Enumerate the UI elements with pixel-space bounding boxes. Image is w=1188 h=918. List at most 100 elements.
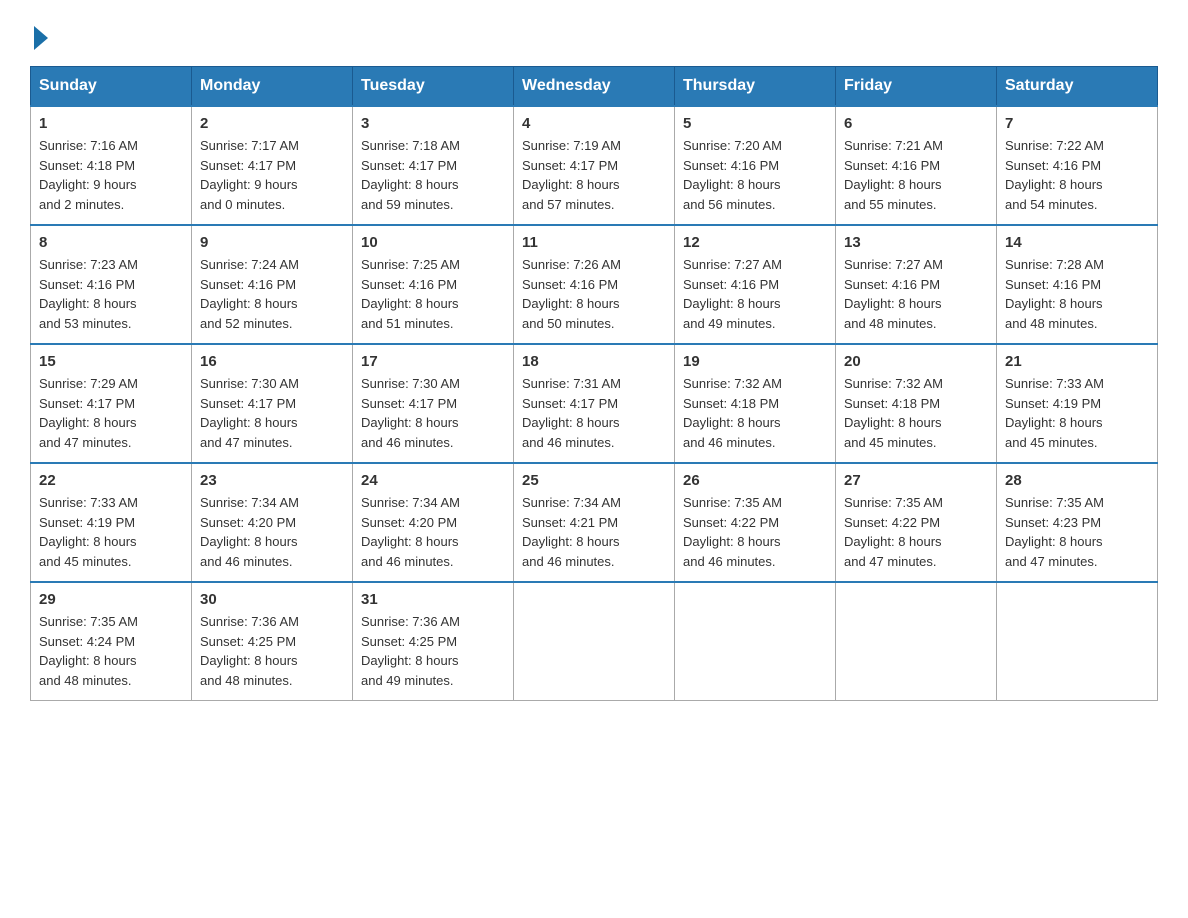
day-info: Sunrise: 7:36 AMSunset: 4:25 PMDaylight:… <box>361 614 460 688</box>
header-tuesday: Tuesday <box>353 67 514 107</box>
week-row-5: 29 Sunrise: 7:35 AMSunset: 4:24 PMDaylig… <box>31 582 1158 701</box>
logo <box>30 30 48 46</box>
calendar-cell: 17 Sunrise: 7:30 AMSunset: 4:17 PMDaylig… <box>353 344 514 463</box>
calendar-cell: 13 Sunrise: 7:27 AMSunset: 4:16 PMDaylig… <box>836 225 997 344</box>
calendar-cell: 22 Sunrise: 7:33 AMSunset: 4:19 PMDaylig… <box>31 463 192 582</box>
calendar-cell: 24 Sunrise: 7:34 AMSunset: 4:20 PMDaylig… <box>353 463 514 582</box>
day-number: 26 <box>683 472 827 489</box>
day-info: Sunrise: 7:21 AMSunset: 4:16 PMDaylight:… <box>844 138 943 212</box>
day-info: Sunrise: 7:35 AMSunset: 4:22 PMDaylight:… <box>844 495 943 569</box>
calendar-cell: 19 Sunrise: 7:32 AMSunset: 4:18 PMDaylig… <box>675 344 836 463</box>
day-number: 2 <box>200 115 344 132</box>
day-info: Sunrise: 7:20 AMSunset: 4:16 PMDaylight:… <box>683 138 782 212</box>
header-thursday: Thursday <box>675 67 836 107</box>
day-number: 31 <box>361 591 505 608</box>
day-number: 30 <box>200 591 344 608</box>
day-number: 22 <box>39 472 183 489</box>
day-number: 10 <box>361 234 505 251</box>
calendar-cell: 5 Sunrise: 7:20 AMSunset: 4:16 PMDayligh… <box>675 106 836 225</box>
calendar-cell: 20 Sunrise: 7:32 AMSunset: 4:18 PMDaylig… <box>836 344 997 463</box>
day-info: Sunrise: 7:32 AMSunset: 4:18 PMDaylight:… <box>683 376 782 450</box>
day-number: 6 <box>844 115 988 132</box>
header-monday: Monday <box>192 67 353 107</box>
day-number: 8 <box>39 234 183 251</box>
day-number: 20 <box>844 353 988 370</box>
calendar-cell: 3 Sunrise: 7:18 AMSunset: 4:17 PMDayligh… <box>353 106 514 225</box>
calendar-cell: 7 Sunrise: 7:22 AMSunset: 4:16 PMDayligh… <box>997 106 1158 225</box>
calendar-cell <box>675 582 836 701</box>
day-info: Sunrise: 7:36 AMSunset: 4:25 PMDaylight:… <box>200 614 299 688</box>
calendar-cell: 9 Sunrise: 7:24 AMSunset: 4:16 PMDayligh… <box>192 225 353 344</box>
header-friday: Friday <box>836 67 997 107</box>
day-info: Sunrise: 7:34 AMSunset: 4:20 PMDaylight:… <box>200 495 299 569</box>
calendar-cell: 21 Sunrise: 7:33 AMSunset: 4:19 PMDaylig… <box>997 344 1158 463</box>
day-number: 24 <box>361 472 505 489</box>
calendar-cell: 4 Sunrise: 7:19 AMSunset: 4:17 PMDayligh… <box>514 106 675 225</box>
calendar-cell: 25 Sunrise: 7:34 AMSunset: 4:21 PMDaylig… <box>514 463 675 582</box>
week-row-4: 22 Sunrise: 7:33 AMSunset: 4:19 PMDaylig… <box>31 463 1158 582</box>
calendar-cell <box>514 582 675 701</box>
day-info: Sunrise: 7:27 AMSunset: 4:16 PMDaylight:… <box>844 257 943 331</box>
day-info: Sunrise: 7:33 AMSunset: 4:19 PMDaylight:… <box>1005 376 1104 450</box>
header-wednesday: Wednesday <box>514 67 675 107</box>
day-number: 11 <box>522 234 666 251</box>
day-info: Sunrise: 7:29 AMSunset: 4:17 PMDaylight:… <box>39 376 138 450</box>
day-number: 13 <box>844 234 988 251</box>
day-info: Sunrise: 7:35 AMSunset: 4:24 PMDaylight:… <box>39 614 138 688</box>
day-info: Sunrise: 7:19 AMSunset: 4:17 PMDaylight:… <box>522 138 621 212</box>
day-info: Sunrise: 7:34 AMSunset: 4:20 PMDaylight:… <box>361 495 460 569</box>
day-number: 19 <box>683 353 827 370</box>
day-info: Sunrise: 7:31 AMSunset: 4:17 PMDaylight:… <box>522 376 621 450</box>
calendar-cell <box>997 582 1158 701</box>
day-number: 4 <box>522 115 666 132</box>
calendar-cell: 15 Sunrise: 7:29 AMSunset: 4:17 PMDaylig… <box>31 344 192 463</box>
week-row-2: 8 Sunrise: 7:23 AMSunset: 4:16 PMDayligh… <box>31 225 1158 344</box>
calendar-cell: 10 Sunrise: 7:25 AMSunset: 4:16 PMDaylig… <box>353 225 514 344</box>
calendar-cell: 23 Sunrise: 7:34 AMSunset: 4:20 PMDaylig… <box>192 463 353 582</box>
calendar-cell: 6 Sunrise: 7:21 AMSunset: 4:16 PMDayligh… <box>836 106 997 225</box>
day-info: Sunrise: 7:35 AMSunset: 4:22 PMDaylight:… <box>683 495 782 569</box>
day-info: Sunrise: 7:23 AMSunset: 4:16 PMDaylight:… <box>39 257 138 331</box>
calendar-cell <box>836 582 997 701</box>
day-number: 25 <box>522 472 666 489</box>
calendar-cell: 12 Sunrise: 7:27 AMSunset: 4:16 PMDaylig… <box>675 225 836 344</box>
day-info: Sunrise: 7:16 AMSunset: 4:18 PMDaylight:… <box>39 138 138 212</box>
page-header <box>30 30 1158 46</box>
day-info: Sunrise: 7:18 AMSunset: 4:17 PMDaylight:… <box>361 138 460 212</box>
day-number: 3 <box>361 115 505 132</box>
day-info: Sunrise: 7:26 AMSunset: 4:16 PMDaylight:… <box>522 257 621 331</box>
day-info: Sunrise: 7:24 AMSunset: 4:16 PMDaylight:… <box>200 257 299 331</box>
day-info: Sunrise: 7:27 AMSunset: 4:16 PMDaylight:… <box>683 257 782 331</box>
header-saturday: Saturday <box>997 67 1158 107</box>
day-info: Sunrise: 7:34 AMSunset: 4:21 PMDaylight:… <box>522 495 621 569</box>
calendar-cell: 2 Sunrise: 7:17 AMSunset: 4:17 PMDayligh… <box>192 106 353 225</box>
calendar-cell: 27 Sunrise: 7:35 AMSunset: 4:22 PMDaylig… <box>836 463 997 582</box>
day-info: Sunrise: 7:30 AMSunset: 4:17 PMDaylight:… <box>361 376 460 450</box>
day-info: Sunrise: 7:35 AMSunset: 4:23 PMDaylight:… <box>1005 495 1104 569</box>
calendar-header-row: SundayMondayTuesdayWednesdayThursdayFrid… <box>31 67 1158 107</box>
week-row-1: 1 Sunrise: 7:16 AMSunset: 4:18 PMDayligh… <box>31 106 1158 225</box>
day-number: 16 <box>200 353 344 370</box>
day-number: 18 <box>522 353 666 370</box>
day-number: 23 <box>200 472 344 489</box>
day-info: Sunrise: 7:30 AMSunset: 4:17 PMDaylight:… <box>200 376 299 450</box>
day-number: 5 <box>683 115 827 132</box>
calendar-cell: 26 Sunrise: 7:35 AMSunset: 4:22 PMDaylig… <box>675 463 836 582</box>
day-number: 14 <box>1005 234 1149 251</box>
calendar-cell: 30 Sunrise: 7:36 AMSunset: 4:25 PMDaylig… <box>192 582 353 701</box>
day-number: 1 <box>39 115 183 132</box>
day-info: Sunrise: 7:25 AMSunset: 4:16 PMDaylight:… <box>361 257 460 331</box>
calendar-cell: 31 Sunrise: 7:36 AMSunset: 4:25 PMDaylig… <box>353 582 514 701</box>
calendar-table: SundayMondayTuesdayWednesdayThursdayFrid… <box>30 66 1158 701</box>
day-info: Sunrise: 7:17 AMSunset: 4:17 PMDaylight:… <box>200 138 299 212</box>
calendar-cell: 28 Sunrise: 7:35 AMSunset: 4:23 PMDaylig… <box>997 463 1158 582</box>
calendar-cell: 18 Sunrise: 7:31 AMSunset: 4:17 PMDaylig… <box>514 344 675 463</box>
day-number: 27 <box>844 472 988 489</box>
calendar-cell: 8 Sunrise: 7:23 AMSunset: 4:16 PMDayligh… <box>31 225 192 344</box>
day-number: 17 <box>361 353 505 370</box>
day-number: 12 <box>683 234 827 251</box>
day-number: 29 <box>39 591 183 608</box>
day-number: 7 <box>1005 115 1149 132</box>
day-number: 28 <box>1005 472 1149 489</box>
calendar-cell: 11 Sunrise: 7:26 AMSunset: 4:16 PMDaylig… <box>514 225 675 344</box>
